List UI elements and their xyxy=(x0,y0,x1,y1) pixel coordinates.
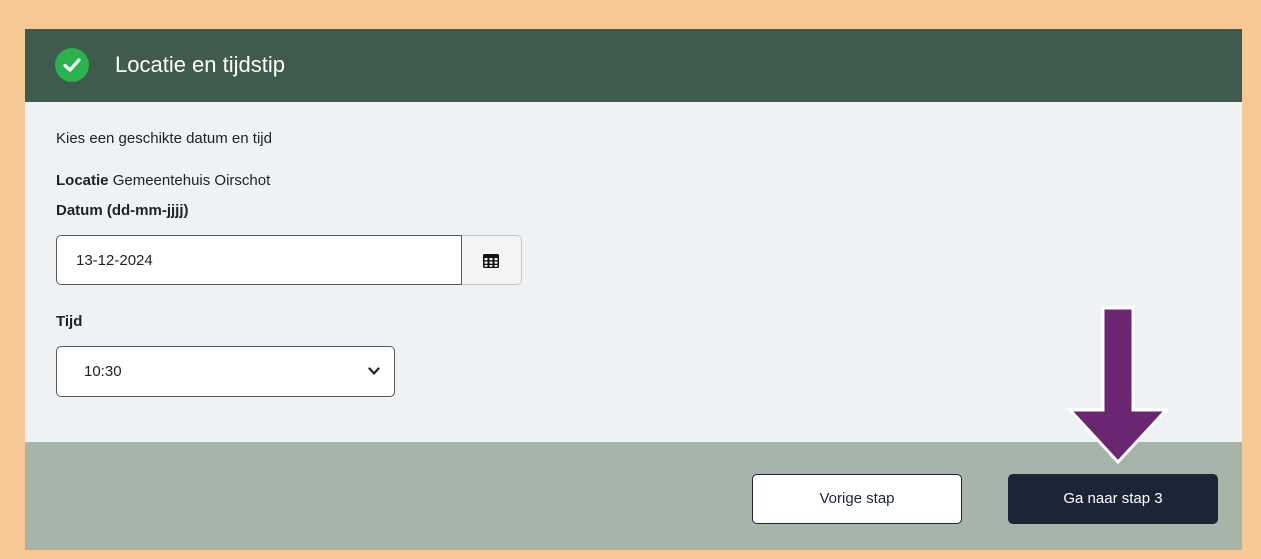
time-value: 10:30 xyxy=(84,363,122,380)
calendar-icon xyxy=(483,254,499,268)
date-label: Datum (dd-mm-jjjj) xyxy=(56,202,189,219)
step-title: Locatie en tijdstip xyxy=(115,52,285,77)
calendar-button[interactable] xyxy=(462,235,522,285)
step-card: Locatie en tijdstip Kies een geschikte d… xyxy=(25,29,1242,550)
location-line: Locatie Gemeentehuis Oirschot xyxy=(56,171,270,191)
chevron-down-icon xyxy=(368,367,380,375)
date-picker xyxy=(56,235,522,287)
check-circle-icon xyxy=(55,48,89,82)
previous-step-button[interactable]: Vorige stap xyxy=(752,474,962,524)
next-step-button[interactable]: Ga naar stap 3 xyxy=(1008,474,1218,524)
step-header: Locatie en tijdstip xyxy=(25,29,1242,102)
intro-text: Kies een geschikte datum en tijd xyxy=(56,130,272,147)
arrow-down-icon xyxy=(1066,306,1170,465)
location-value: Gemeentehuis Oirschot xyxy=(112,172,271,189)
time-label: Tijd xyxy=(56,313,83,330)
location-label: Locatie xyxy=(56,172,109,189)
time-select[interactable]: 10:30 xyxy=(56,346,395,397)
date-input[interactable] xyxy=(56,235,462,285)
